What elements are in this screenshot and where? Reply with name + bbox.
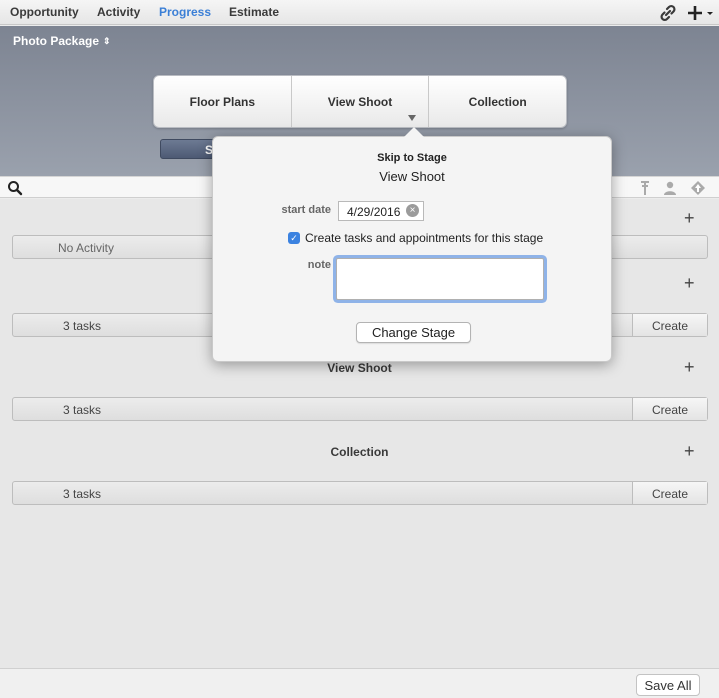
footer-bar: Save All [0, 668, 719, 698]
section-title-collection: Collection [330, 445, 389, 459]
row-label: No Activity [58, 241, 115, 255]
plus-menu-icon[interactable] [686, 3, 716, 23]
tab-estimate[interactable]: Estimate [229, 5, 279, 19]
popover-arrow [404, 127, 424, 137]
view-shoot-tasks-row: 3 tasks Create [12, 397, 708, 421]
updown-arrows-icon: ⇕ [103, 36, 111, 46]
package-label: Photo Package [13, 34, 100, 48]
save-all-button[interactable]: Save All [636, 674, 700, 696]
add-view-shoot-task-icon[interactable]: + [684, 358, 695, 376]
note-input[interactable] [336, 258, 544, 300]
add-collection-task-icon[interactable]: + [684, 442, 695, 460]
stage-action-button[interactable]: S [160, 139, 220, 159]
search-icon[interactable] [7, 180, 23, 196]
create-button[interactable]: Create [632, 398, 707, 420]
stage-collection[interactable]: Collection [429, 76, 566, 127]
collection-tasks-row: 3 tasks Create [12, 481, 708, 505]
add-activity-icon[interactable]: + [684, 209, 695, 227]
row-label: 3 tasks [63, 319, 102, 333]
stage-caret-icon [408, 115, 416, 121]
top-tab-bar: Opportunity Activity Progress Estimate [0, 0, 719, 25]
create-tasks-label: Create tasks and appointments for this s… [305, 231, 544, 245]
stage-floor-plans[interactable]: Floor Plans [154, 76, 292, 127]
start-date-label: start date [281, 204, 331, 216]
change-stage-button[interactable]: Change Stage [356, 322, 471, 343]
tab-opportunity[interactable]: Opportunity [10, 5, 79, 19]
tab-progress[interactable]: Progress [159, 5, 211, 19]
note-label: note [307, 259, 331, 271]
pin-icon[interactable] [637, 180, 653, 196]
create-tasks-checkbox[interactable]: ✓ [288, 232, 300, 244]
clear-date-icon[interactable]: × [406, 204, 419, 217]
package-selector[interactable]: Photo Package ⇕ [13, 34, 111, 48]
row-label: 3 tasks [63, 403, 102, 417]
popover-stage-name: View Shoot [379, 169, 445, 184]
row-label: 3 tasks [63, 487, 102, 501]
create-button[interactable]: Create [632, 482, 707, 504]
tab-activity[interactable]: Activity [97, 5, 140, 19]
stage-segmented-control: Floor Plans View Shoot Collection [153, 75, 567, 128]
person-icon[interactable] [662, 180, 678, 196]
skip-to-stage-popover: Skip to Stage View Shoot start date 4/29… [212, 127, 612, 362]
priority-up-icon[interactable] [690, 180, 706, 196]
link-icon[interactable] [658, 3, 678, 23]
add-floor-plans-task-icon[interactable]: + [684, 274, 695, 292]
section-title-view-shoot: View Shoot [327, 361, 392, 375]
create-button[interactable]: Create [632, 314, 707, 336]
popover-title: Skip to Stage [377, 152, 447, 164]
